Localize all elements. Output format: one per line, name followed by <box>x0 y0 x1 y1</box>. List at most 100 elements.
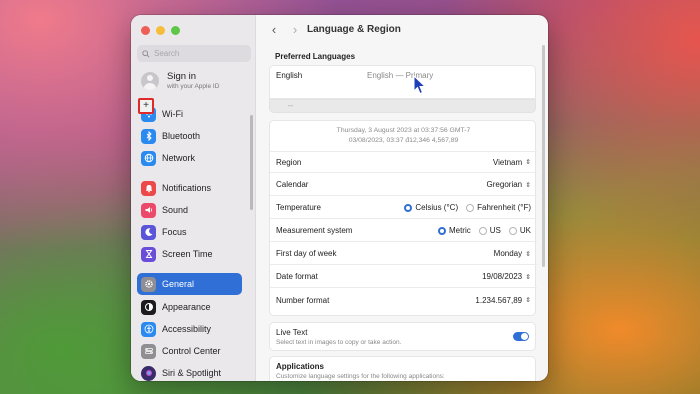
sidebar-item-screen-time[interactable]: Screen Time <box>137 244 242 264</box>
radio-button-on[interactable] <box>404 203 413 212</box>
first-day-value: Monday <box>493 249 523 258</box>
radio-fahrenheit[interactable]: Fahrenheit (°F) <box>466 203 531 212</box>
sidebar-item-label: Control Center <box>162 346 221 356</box>
sidebar-item-label: Focus <box>162 227 187 237</box>
sidebar-item-label: Appearance <box>162 302 211 312</box>
region-select[interactable]: Vietnam ⇕ <box>493 158 531 167</box>
first-day-label: First day of week <box>276 249 337 258</box>
siri-icon <box>141 365 156 381</box>
applications-card: Applications Customize language settings… <box>269 356 536 381</box>
date-format-select[interactable]: 19/08/2023 ⇕ <box>482 272 531 281</box>
date-format-value: 19/08/2023 <box>482 272 523 281</box>
chevron-updown-icon: ⇕ <box>525 159 531 166</box>
avatar <box>141 71 159 90</box>
add-language-button[interactable]: + <box>138 98 154 114</box>
apple-id-signin[interactable]: Sign in with your Apple ID <box>141 71 219 90</box>
number-format-select[interactable]: 1.234.567,89 ⇕ <box>475 296 531 305</box>
radio-metric[interactable]: Metric <box>437 226 471 235</box>
radio-button-off[interactable] <box>478 226 487 235</box>
calendar-label: Calendar <box>276 180 309 189</box>
window-controls <box>141 26 180 35</box>
sidebar: Search Sign in with your Apple ID Wi-Fi … <box>131 15 256 381</box>
sidebar-item-sound[interactable]: Sound <box>137 200 242 220</box>
mouse-pointer-icon <box>413 75 427 95</box>
sidebar-item-label: Notifications <box>162 183 212 193</box>
sidebar-item-bluetooth[interactable]: Bluetooth <box>137 126 242 146</box>
appearance-icon <box>141 299 156 315</box>
main-scrollbar[interactable] <box>542 45 545 267</box>
language-name: English <box>276 71 303 80</box>
sidebar-item-label: General <box>162 279 195 289</box>
signin-subtitle: with your Apple ID <box>167 83 220 90</box>
search-icon <box>142 49 150 58</box>
applications-title: Applications <box>276 362 325 371</box>
calendar-row[interactable]: Calendar Gregorian ⇕ <box>270 174 537 196</box>
calendar-value: Gregorian <box>486 180 523 189</box>
globe-icon <box>141 150 156 166</box>
number-format-row[interactable]: Number format 1.234.567,89 ⇕ <box>270 289 537 311</box>
number-format-label: Number format <box>276 295 330 305</box>
sidebar-item-accessibility[interactable]: Accessibility <box>137 319 242 339</box>
region-value: Vietnam <box>492 157 523 167</box>
zoom-button[interactable] <box>171 26 180 35</box>
sidebar-item-siri-spotlight[interactable]: Siri & Spotlight <box>137 363 242 381</box>
temperature-label: Temperature <box>276 203 321 212</box>
bluetooth-icon <box>141 128 156 144</box>
sidebar-scrollbar[interactable] <box>250 115 253 210</box>
language-list: English English — Primary <box>269 65 536 99</box>
bell-icon <box>141 180 156 196</box>
back-button[interactable]: ‹ <box>267 22 281 37</box>
main-pane: ‹ › Language & Region Preferred Language… <box>138 15 548 381</box>
live-text-title: Live Text <box>276 328 308 337</box>
radio-label: US <box>489 226 501 235</box>
control-center-icon <box>141 343 156 359</box>
search-placeholder: Search <box>154 49 180 58</box>
radio-button-on[interactable] <box>437 226 446 235</box>
first-day-row[interactable]: First day of week Monday ⇕ <box>270 243 537 265</box>
moon-icon <box>141 224 156 240</box>
radio-us[interactable]: US <box>478 226 501 235</box>
radio-uk[interactable]: UK <box>508 226 531 235</box>
chevron-updown-icon: ⇕ <box>525 250 531 258</box>
live-text-subtitle: Select text in images to copy or take ac… <box>276 339 402 346</box>
radio-label: Celsius (°C) <box>415 203 459 212</box>
applications-subtitle: Customize language settings for the foll… <box>276 373 445 380</box>
radio-button-off[interactable] <box>508 226 517 235</box>
measurement-row: Measurement system Metric US UK <box>270 220 537 242</box>
sidebar-item-focus[interactable]: Focus <box>137 222 242 242</box>
chevron-updown-icon: ⇕ <box>525 297 531 304</box>
format-preview-line1: Thursday, 3 August 2023 at 03:37:56 GMT-… <box>336 127 471 134</box>
settings-window: Search Sign in with your Apple ID Wi-Fi … <box>131 15 548 381</box>
hourglass-icon <box>141 246 156 262</box>
search-input[interactable]: Search <box>137 45 251 62</box>
region-settings-card: Thursday, 3 August 2023 at 03:37:56 GMT-… <box>269 120 537 316</box>
date-format-row[interactable]: Date format 19/08/2023 ⇕ <box>270 266 537 288</box>
calendar-select[interactable]: Gregorian ⇕ <box>487 180 531 189</box>
sidebar-item-label: Screen Time <box>162 249 213 259</box>
sidebar-item-general[interactable]: General <box>137 273 242 295</box>
sidebar-item-network[interactable]: Network <box>137 148 242 168</box>
sidebar-item-label: Sound <box>162 205 189 215</box>
radio-button-off[interactable] <box>466 203 475 212</box>
chevron-updown-icon: ⇕ <box>525 273 531 281</box>
close-button[interactable] <box>141 26 150 35</box>
sidebar-item-appearance[interactable]: Appearance <box>137 297 242 317</box>
preferred-languages-title: Preferred Languages <box>275 52 356 61</box>
forward-button[interactable]: › <box>288 22 302 37</box>
accessibility-icon <box>141 321 156 337</box>
sidebar-item-label: Network <box>162 153 196 163</box>
remove-language-button[interactable]: – <box>288 100 293 110</box>
sidebar-item-control-center[interactable]: Control Center <box>137 341 242 361</box>
format-preview-line2: 03/08/2023, 03:37 đ12,346 4,567,89 <box>348 137 459 144</box>
minimize-button[interactable] <box>156 26 165 35</box>
radio-label: Fahrenheit (°F) <box>477 203 531 212</box>
measurement-label: Measurement system <box>276 226 353 235</box>
sidebar-item-notifications[interactable]: Notifications <box>137 178 242 198</box>
radio-celsius[interactable]: Celsius (°C) <box>404 203 458 212</box>
radio-label: UK <box>519 226 531 235</box>
first-day-select[interactable]: Monday ⇕ <box>494 249 531 258</box>
sidebar-item-label: Bluetooth <box>162 131 201 141</box>
region-row[interactable]: Region Vietnam ⇕ <box>270 151 537 173</box>
radio-label: Metric <box>448 226 471 235</box>
live-text-toggle[interactable] <box>513 332 529 341</box>
